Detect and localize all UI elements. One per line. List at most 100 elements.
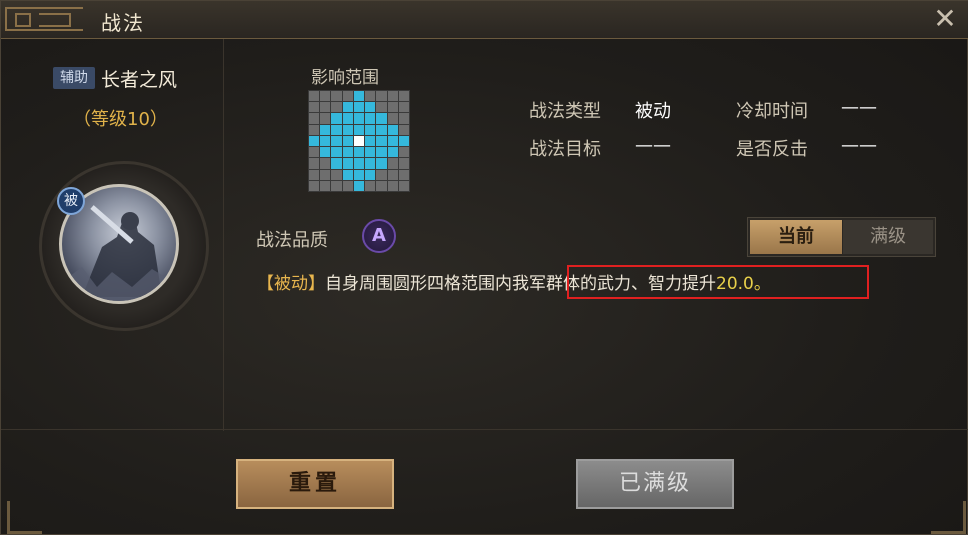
range-cell — [398, 124, 409, 135]
range-cell — [320, 169, 331, 180]
range-cell — [342, 158, 353, 169]
corner-ornament-icon — [7, 501, 42, 534]
range-cell — [342, 180, 353, 191]
range-cell — [331, 169, 342, 180]
range-cell — [398, 158, 409, 169]
range-cell — [309, 169, 320, 180]
reset-button[interactable]: 重置 — [236, 459, 394, 509]
range-cell — [387, 180, 398, 191]
range-cell — [320, 135, 331, 147]
range-cell — [331, 180, 342, 191]
range-cell — [342, 91, 353, 102]
range-cell — [320, 91, 331, 102]
range-cell — [376, 102, 387, 113]
range-cell — [376, 158, 387, 169]
range-cell — [331, 147, 342, 158]
range-cell — [398, 91, 409, 102]
cooldown-label: 冷却时间 — [736, 101, 808, 122]
range-cell — [387, 91, 398, 102]
range-cell — [353, 169, 365, 180]
range-cell — [365, 169, 376, 180]
range-grid — [308, 90, 410, 192]
passive-badge: 被 — [57, 187, 85, 215]
close-icon[interactable]: ✕ — [930, 5, 960, 33]
range-cell — [365, 124, 376, 135]
range-cell — [320, 102, 331, 113]
range-cell — [320, 124, 331, 135]
range-cell — [320, 158, 331, 169]
range-cell — [353, 158, 365, 169]
range-cell — [398, 102, 409, 113]
quality-label: 战法品质 — [256, 230, 328, 251]
quality-grade-icon: A — [362, 219, 396, 253]
tactic-name: 长者之风 — [101, 69, 178, 91]
range-cell — [376, 113, 387, 124]
range-cell — [387, 113, 398, 124]
range-cell — [387, 135, 398, 147]
range-cell — [353, 124, 365, 135]
range-cell — [376, 124, 387, 135]
title-ornament-icon — [5, 7, 83, 31]
range-cell — [309, 135, 320, 147]
range-cell — [398, 169, 409, 180]
cooldown-value: —— — [841, 97, 877, 118]
range-cell — [353, 180, 365, 191]
range-cell — [365, 180, 376, 191]
range-cell — [331, 124, 342, 135]
range-cell — [309, 124, 320, 135]
range-cell — [320, 180, 331, 191]
maxed-button: 已满级 — [576, 459, 734, 509]
range-cell — [342, 169, 353, 180]
range-cell — [342, 135, 353, 147]
range-cell — [320, 113, 331, 124]
description-text: 自身周围圆形四格范围内 — [325, 274, 512, 294]
range-cell — [309, 113, 320, 124]
range-cell — [342, 124, 353, 135]
range-cell — [342, 147, 353, 158]
range-cell — [320, 147, 331, 158]
target-label: 战法目标 — [529, 139, 601, 160]
tactic-dialog: 战法 ✕ 辅助 长者之风 （等级10） 被 影响范围 战法类型 被动 冷却时间 … — [0, 0, 968, 535]
range-cell — [309, 147, 320, 158]
range-cell — [398, 113, 409, 124]
range-cell — [365, 102, 376, 113]
range-cell — [376, 180, 387, 191]
range-cell — [398, 180, 409, 191]
range-cell — [376, 169, 387, 180]
highlight-box — [567, 265, 869, 299]
range-cell — [376, 147, 387, 158]
range-cell — [398, 147, 409, 158]
range-cell — [365, 147, 376, 158]
target-value: —— — [635, 135, 671, 156]
type-label: 战法类型 — [529, 101, 601, 122]
range-cell — [331, 135, 342, 147]
range-cell — [365, 113, 376, 124]
tab-max-level[interactable]: 满级 — [843, 220, 933, 254]
range-label: 影响范围 — [311, 68, 379, 88]
range-cell — [387, 147, 398, 158]
range-cell — [353, 135, 365, 147]
range-cell — [309, 158, 320, 169]
range-cell — [365, 91, 376, 102]
range-cell — [398, 135, 409, 147]
range-cell — [387, 158, 398, 169]
level-toggle: 当前 满级 — [747, 217, 936, 257]
tab-current[interactable]: 当前 — [750, 220, 842, 254]
range-cell — [376, 91, 387, 102]
range-cell — [342, 113, 353, 124]
range-cell — [331, 113, 342, 124]
type-value: 被动 — [635, 101, 671, 122]
description-tag: 【被动】 — [257, 274, 325, 294]
range-cell — [309, 102, 320, 113]
counter-label: 是否反击 — [736, 139, 808, 160]
range-cell — [376, 135, 387, 147]
divider — [1, 429, 968, 430]
dialog-title: 战法 — [101, 11, 145, 35]
counter-value: —— — [841, 135, 877, 156]
range-cell — [387, 169, 398, 180]
range-cell — [342, 102, 353, 113]
corner-ornament-icon — [931, 501, 966, 534]
range-cell — [309, 91, 320, 102]
range-cell — [387, 124, 398, 135]
range-cell — [387, 102, 398, 113]
